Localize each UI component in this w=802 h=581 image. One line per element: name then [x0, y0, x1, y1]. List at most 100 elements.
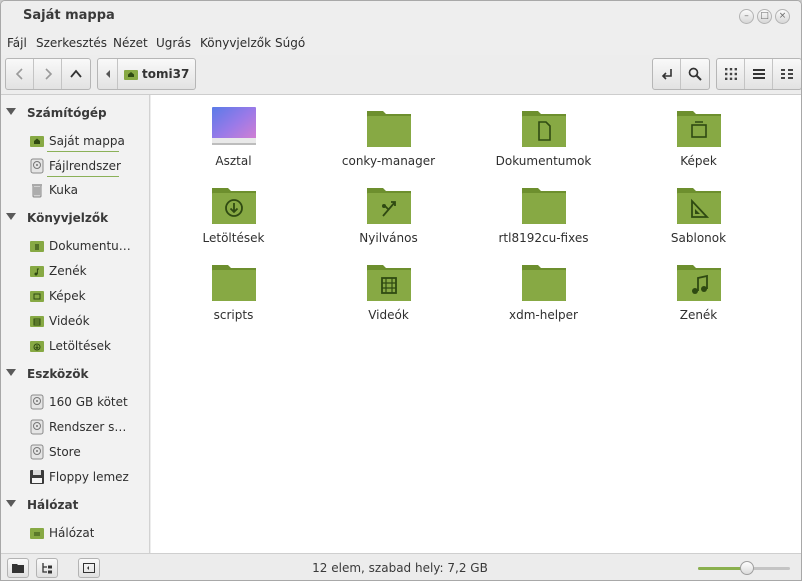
breadcrumb-left-button[interactable] — [98, 59, 118, 89]
navigation-buttons — [5, 58, 91, 90]
expander-arrow-icon — [6, 213, 16, 220]
menu-help[interactable]: Súgó — [275, 36, 305, 50]
sidebar-item-volume-160gb[interactable]: 160 GB kötet — [29, 392, 139, 412]
sidebar-section-bookmarks[interactable]: Könyvjelzők — [1, 211, 150, 231]
drive-icon — [30, 158, 44, 174]
grid-icon — [724, 68, 737, 80]
menu-edit[interactable]: Szerkesztés — [36, 36, 107, 50]
forward-button[interactable] — [34, 59, 62, 89]
menu-bookmarks[interactable]: Könyvjelzők — [200, 36, 271, 50]
drive-icon — [30, 419, 44, 435]
file-item[interactable]: Asztal — [156, 98, 311, 168]
file-item[interactable]: Zenék — [621, 252, 776, 322]
menu-view[interactable]: Nézet — [113, 36, 148, 50]
sidebar-item-pictures[interactable]: Képek — [29, 286, 139, 306]
up-button[interactable] — [62, 59, 90, 89]
network-folder-icon — [30, 528, 44, 539]
minimize-button[interactable]: – — [739, 9, 754, 24]
music-folder-icon — [30, 266, 44, 277]
title-bar[interactable]: Saját mappa – □ × — [1, 1, 801, 31]
active-item-underline — [47, 151, 119, 152]
desktop-icon — [212, 107, 256, 145]
location-entry-icon — [661, 69, 672, 80]
search-icon — [688, 67, 702, 81]
expander-arrow-icon — [6, 108, 16, 115]
documents-folder-icon — [522, 111, 566, 147]
sidebar-section-computer[interactable]: Számítógép — [1, 106, 150, 126]
home-folder-icon — [30, 136, 44, 147]
folder-icon — [367, 111, 411, 147]
breadcrumb-home-crumb[interactable]: tomi37 — [118, 59, 195, 89]
file-item[interactable]: Képek — [621, 98, 776, 168]
expander-arrow-icon — [6, 369, 16, 376]
toolbar: tomi37 — [1, 55, 801, 95]
sidebar-item-music[interactable]: Zenék — [29, 261, 139, 281]
drive-icon — [30, 444, 44, 460]
pictures-folder-icon — [677, 111, 721, 147]
public-folder-icon — [367, 188, 411, 224]
sidebar-item-system-reserved[interactable]: Rendszer s… — [29, 417, 139, 437]
downloads-folder-icon — [30, 341, 44, 352]
pictures-folder-icon — [30, 291, 44, 302]
active-item-underline — [47, 176, 119, 177]
toggle-location-button[interactable] — [653, 59, 681, 89]
status-text: 12 elem, szabad hely: 7,2 GB — [312, 561, 488, 575]
sidebar-item-videos[interactable]: Videók — [29, 311, 139, 331]
back-arrow-icon — [15, 68, 23, 80]
breadcrumb-label: tomi37 — [142, 67, 190, 81]
file-view: Asztal conky-manager Dokumentumok Képek … — [151, 95, 801, 553]
folder-icon — [522, 265, 566, 301]
sidebar-item-home[interactable]: Saját mappa — [29, 131, 139, 151]
breadcrumb: tomi37 — [97, 58, 197, 90]
menu-go[interactable]: Ugrás — [156, 36, 191, 50]
sidebar-item-downloads[interactable]: Letöltések — [29, 336, 139, 356]
file-item[interactable]: scripts — [156, 252, 311, 322]
sidebar-item-documents[interactable]: Dokumentu… — [29, 236, 139, 256]
status-bar: 12 elem, szabad hely: 7,2 GB — [1, 553, 801, 580]
back-button[interactable] — [6, 59, 34, 89]
compact-list-icon — [781, 69, 793, 79]
menu-file[interactable]: Fájl — [7, 36, 27, 50]
sidebar-section-network[interactable]: Hálózat — [1, 498, 150, 518]
expander-arrow-icon — [6, 500, 16, 507]
drive-icon — [30, 394, 44, 410]
up-arrow-icon — [70, 69, 82, 78]
file-item[interactable]: Dokumentumok — [466, 98, 621, 168]
maximize-button[interactable]: □ — [757, 9, 772, 24]
sidebar-section-devices[interactable]: Eszközök — [1, 367, 150, 387]
sidebar-item-store[interactable]: Store — [29, 442, 139, 462]
file-item[interactable]: rtl8192cu-fixes — [466, 175, 621, 245]
compact-view-button[interactable] — [773, 59, 801, 89]
close-button[interactable]: × — [775, 9, 790, 24]
music-folder-icon — [677, 265, 721, 301]
file-item[interactable]: xdm-helper — [466, 252, 621, 322]
file-item[interactable]: Sablonok — [621, 175, 776, 245]
file-item[interactable]: Nyilvános — [311, 175, 466, 245]
documents-folder-icon — [30, 241, 44, 252]
folder-icon — [212, 265, 256, 301]
file-item[interactable]: conky-manager — [311, 98, 466, 168]
icon-view-button[interactable] — [717, 59, 745, 89]
path-search-buttons — [652, 58, 710, 90]
zoom-slider[interactable] — [698, 561, 790, 575]
videos-folder-icon — [367, 265, 411, 301]
forward-arrow-icon — [44, 68, 52, 80]
places-sidebar: Számítógép Saját mappa Fájlrendszer Kuka… — [1, 95, 150, 553]
videos-folder-icon — [30, 316, 44, 327]
sidebar-item-floppy[interactable]: Floppy lemez — [29, 467, 139, 487]
file-item[interactable]: Letöltések — [156, 175, 311, 245]
zoom-slider-knob[interactable] — [739, 561, 754, 575]
list-view-button[interactable] — [745, 59, 773, 89]
menu-bar: Fájl Szerkesztés Nézet Ugrás Könyvjelzők… — [1, 31, 801, 55]
sidebar-item-network[interactable]: Hálózat — [29, 523, 139, 543]
list-icon — [752, 69, 765, 79]
file-item[interactable]: Videók — [311, 252, 466, 322]
chevron-left-icon — [105, 70, 110, 78]
templates-folder-icon — [677, 188, 721, 224]
sidebar-item-filesystem[interactable]: Fájlrendszer — [29, 156, 139, 176]
search-button[interactable] — [681, 59, 709, 89]
folder-icon — [522, 188, 566, 224]
sidebar-item-trash[interactable]: Kuka — [29, 180, 139, 200]
file-manager-window: Saját mappa – □ × Fájl Szerkesztés Nézet… — [0, 0, 802, 581]
floppy-icon — [30, 470, 44, 484]
